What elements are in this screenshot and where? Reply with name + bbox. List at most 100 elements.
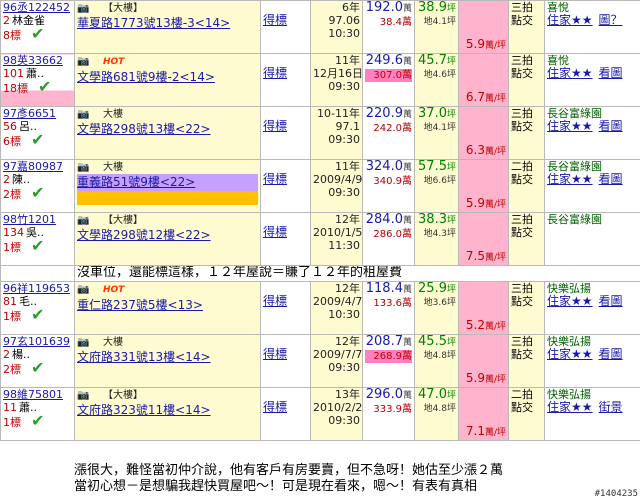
unit-price: 6.7萬/坪 xyxy=(461,91,506,106)
address-link[interactable]: 文學路298號13樓<22> xyxy=(77,122,211,136)
auction-round: 三拍 xyxy=(511,335,534,349)
address-link[interactable]: 文府路323號11樓<14> xyxy=(77,403,211,417)
owner-count: 81 xyxy=(3,295,17,308)
case-id-link[interactable]: 97嘉80987 xyxy=(3,161,63,174)
land-area: 地4.3坪 xyxy=(423,229,456,239)
map-link[interactable]: 看圖 xyxy=(599,294,623,308)
rating-link[interactable]: 住家★★ xyxy=(547,119,593,133)
area: 47.0坪 xyxy=(417,389,456,404)
result-link[interactable]: 得標 xyxy=(263,119,287,133)
note-spacer xyxy=(0,265,75,282)
final-price-value: 333.9 xyxy=(373,404,402,415)
camera-icon[interactable]: 📷 xyxy=(77,214,103,226)
case-id-link[interactable]: 98英33662 xyxy=(3,55,63,68)
auction-round: 三拍 xyxy=(511,54,534,68)
date-cell: 10-11年 97.1 09:30 xyxy=(310,106,363,160)
camera-icon[interactable]: 📷 xyxy=(77,161,103,173)
map-link[interactable]: 看圖 xyxy=(599,66,623,80)
round-cell: 三拍 點交 xyxy=(508,334,546,388)
check-icon: ✔ xyxy=(38,77,52,96)
date-cell: 12年 2009/7/7 09:30 xyxy=(310,334,363,388)
bid-count: 18標 xyxy=(3,82,28,95)
address-link[interactable]: 文學路298號12樓<22> xyxy=(77,228,211,242)
buyer-cell: 快樂弘揚 住家★★ 街景 xyxy=(544,387,640,441)
address-line: 重仁路237號5樓<13> xyxy=(77,297,258,314)
listing-page: { "rows": [ {"id":"96丞122452","owner_cou… xyxy=(0,0,640,501)
building-age: 12年 xyxy=(335,213,360,227)
base-price-unit: 萬 xyxy=(402,57,412,67)
result-cell: 得標 xyxy=(260,334,311,388)
final-price-value: 268.9 xyxy=(373,351,402,362)
result-link[interactable]: 得標 xyxy=(263,13,287,27)
area: 38.3坪 xyxy=(417,214,456,229)
address-link[interactable]: 華夏路1773號13樓-3<14> xyxy=(77,16,230,30)
area-value: 37.0 xyxy=(418,106,447,121)
final-price-unit: 萬 xyxy=(402,70,412,81)
unit-price: 7.5萬/坪 xyxy=(461,250,506,265)
auction-round: 二拍 xyxy=(511,160,534,174)
handover-type: 點交 xyxy=(511,348,534,361)
map-link[interactable]: 圖？ xyxy=(599,13,623,27)
check-icon: ✔ xyxy=(31,358,45,377)
result-cell: 得標 xyxy=(260,53,311,107)
buyer-links xyxy=(547,226,638,239)
address-line: 文府路323號11樓<14> xyxy=(77,402,258,419)
handover-type: 點交 xyxy=(511,173,534,186)
result-link[interactable]: 得標 xyxy=(263,347,287,361)
case-id-link[interactable]: 98竹1201 xyxy=(3,214,56,227)
result-link[interactable]: 得標 xyxy=(263,66,287,80)
camera-icon[interactable]: 📷 xyxy=(77,389,103,401)
result-link[interactable]: 得標 xyxy=(263,294,287,308)
final-price-value: 340.9 xyxy=(373,176,402,187)
base-price-unit: 萬 xyxy=(402,163,412,173)
result-link[interactable]: 得標 xyxy=(263,172,287,186)
area-unit: 坪 xyxy=(446,4,456,14)
check-icon: ✔ xyxy=(31,130,45,149)
camera-icon[interactable]: 📷 xyxy=(77,55,103,67)
address-link[interactable]: 文府路331號13樓<14> xyxy=(77,350,211,364)
building-age: 12年 xyxy=(335,282,360,296)
result-link[interactable]: 得標 xyxy=(263,225,287,239)
address-line: 文府路331號13樓<14> xyxy=(77,349,258,366)
camera-icon[interactable]: 📷 xyxy=(77,336,103,348)
rating-link[interactable]: 住家★★ xyxy=(547,66,593,80)
address-link[interactable]: 重義路51號9樓<22> xyxy=(77,175,195,189)
rating-link[interactable]: 住家★★ xyxy=(547,294,593,308)
map-link[interactable]: 看圖 xyxy=(599,347,623,361)
rating-link[interactable]: 住家★★ xyxy=(547,400,593,414)
address-link[interactable]: 文學路681號9樓-2<14> xyxy=(77,70,215,84)
map-link[interactable]: 街景 xyxy=(599,400,623,414)
final-price-value: 38.4 xyxy=(379,17,402,28)
camera-icon[interactable]: 📷 xyxy=(77,108,103,120)
address-link[interactable]: 重仁路237號5樓<13> xyxy=(77,298,203,312)
bid-count: 6標 xyxy=(3,135,21,148)
address-cell: 📷 【大樓】 文府路323號11樓<14> xyxy=(74,387,261,441)
date-cell: 12年 2010/1/5 11:30 xyxy=(310,212,363,266)
final-price: 286.0萬 xyxy=(365,228,412,241)
round-cell: 三拍 點交 xyxy=(508,212,546,266)
case-id-link[interactable]: 96祥119653 xyxy=(3,283,70,296)
unit-price: 5.2萬/坪 xyxy=(461,319,506,334)
case-id-link[interactable]: 97彥6651 xyxy=(3,108,56,121)
case-id-link[interactable]: 98維75801 xyxy=(3,389,63,402)
unit-price-unit: 萬/坪 xyxy=(484,94,507,104)
date-cell: 12年 2009/4/7 10:30 xyxy=(310,281,363,335)
camera-icon[interactable]: 📷 xyxy=(77,283,103,295)
case-id-link[interactable]: 96丞122452 xyxy=(3,2,70,15)
auction-date: 2010/2/25 xyxy=(313,401,363,414)
camera-icon[interactable]: 📷 xyxy=(77,2,103,14)
area-value: 45.5 xyxy=(418,334,447,349)
rating-link[interactable]: 住家★★ xyxy=(547,347,593,361)
map-link[interactable]: 看圖 xyxy=(599,119,623,133)
auction-row: 97彥6651 56 呂.. 6標 ✔ 📷 大樓 文學路298號13樓<22> 得標 10-11年… xyxy=(0,106,640,160)
unit-price-value: 5.2 xyxy=(465,318,485,332)
rating-link[interactable]: 住家★★ xyxy=(547,172,593,186)
auction-round: 三拍 xyxy=(511,282,534,296)
map-link[interactable]: 看圖 xyxy=(599,172,623,186)
buyer-cell: 快樂弘揚 住家★★ 看圖 xyxy=(544,334,640,388)
result-link[interactable]: 得標 xyxy=(263,400,287,414)
rating-link[interactable]: 住家★★ xyxy=(547,13,593,27)
owner-count: 2 xyxy=(3,173,10,186)
price-cell: 284.0萬 286.0萬 xyxy=(362,212,415,266)
case-id-link[interactable]: 97玄101639 xyxy=(3,336,70,349)
